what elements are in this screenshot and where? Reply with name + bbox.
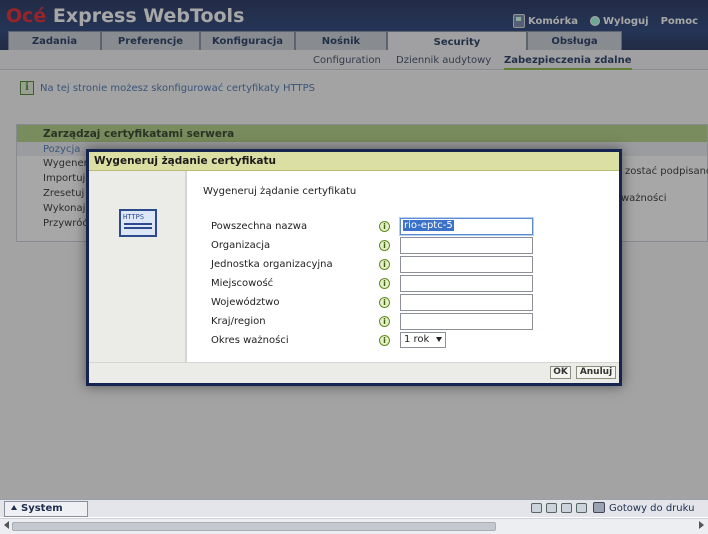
cancel-button[interactable]: Anuluj	[576, 366, 616, 379]
device-icon	[561, 503, 572, 513]
field-common-name: Powszechna nazwa i rio-eptc-5	[211, 218, 631, 236]
city-input[interactable]	[400, 275, 533, 292]
ok-button[interactable]: OK	[550, 366, 571, 379]
scroll-thumb[interactable]	[12, 522, 496, 531]
form-subtitle: Wygeneruj żądanie certyfikatu	[203, 186, 357, 197]
scroll-right-icon[interactable]	[699, 521, 704, 529]
printer-status: Gotowy do druku	[609, 503, 695, 514]
generate-csr-dialog: Wygeneruj żądanie certyfikatu HTTPS Wyge…	[86, 149, 622, 386]
field-validity: Okres ważności i 1 rok	[211, 332, 631, 350]
help-icon[interactable]: i	[379, 335, 390, 346]
field-state: Województwo i	[211, 294, 631, 312]
input-value: rio-eptc-5	[403, 220, 454, 231]
validity-select[interactable]: 1 rok	[400, 332, 446, 348]
country-input[interactable]	[400, 313, 533, 330]
field-country: Kraj/region i	[211, 313, 631, 331]
device-icon	[546, 503, 557, 513]
field-organization: Organizacja i	[211, 237, 631, 255]
help-icon[interactable]: i	[379, 221, 390, 232]
field-label: Jednostka organizacyjna	[211, 259, 333, 270]
field-label: Kraj/region	[211, 316, 266, 327]
horizontal-scrollbar[interactable]	[0, 518, 708, 534]
status-icons	[531, 503, 587, 513]
certificate-lines	[124, 223, 152, 225]
help-icon[interactable]: i	[379, 316, 390, 327]
field-label: Miejscowość	[211, 278, 274, 289]
https-certificate-icon: HTTPS	[119, 209, 157, 237]
chevron-up-icon	[11, 505, 17, 510]
field-city: Miejscowość i	[211, 275, 631, 293]
select-value: 1 rok	[404, 334, 430, 345]
scroll-left-icon[interactable]	[4, 521, 9, 529]
help-icon[interactable]: i	[379, 259, 390, 270]
help-icon[interactable]: i	[379, 240, 390, 251]
dialog-footer: OK Anuluj	[89, 362, 619, 383]
help-icon[interactable]: i	[379, 278, 390, 289]
device-icon	[576, 503, 587, 513]
system-button[interactable]: System	[4, 501, 88, 517]
dialog-sidebar: HTTPS	[89, 171, 187, 362]
chevron-down-icon	[436, 337, 442, 342]
help-icon[interactable]: i	[379, 297, 390, 308]
dialog-title: Wygeneruj żądanie certyfikatu	[89, 152, 619, 171]
field-label: Województwo	[211, 297, 280, 308]
field-label: Organizacja	[211, 240, 271, 251]
field-label: Powszechna nazwa	[211, 221, 308, 232]
field-org-unit: Jednostka organizacyjna i	[211, 256, 631, 274]
status-bar: System Gotowy do druku	[0, 499, 708, 517]
field-label: Okres ważności	[211, 335, 289, 346]
common-name-input[interactable]: rio-eptc-5	[400, 218, 533, 235]
https-icon-label: HTTPS	[123, 213, 145, 221]
org-unit-input[interactable]	[400, 256, 533, 273]
organization-input[interactable]	[400, 237, 533, 254]
printer-icon	[593, 502, 605, 513]
system-label: System	[21, 503, 63, 514]
state-input[interactable]	[400, 294, 533, 311]
network-icon	[531, 503, 542, 513]
